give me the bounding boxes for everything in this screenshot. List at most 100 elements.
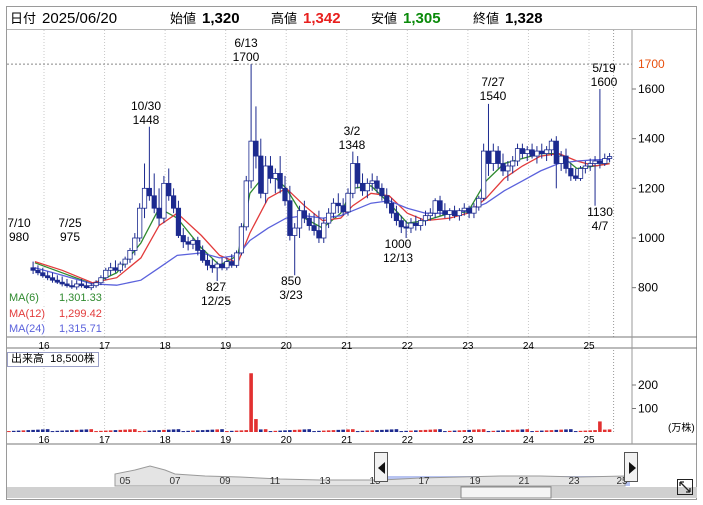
candle-body bbox=[224, 261, 230, 269]
volume-bar bbox=[598, 421, 602, 432]
legend-ma24-label: MA(24) bbox=[9, 323, 46, 335]
candle-body bbox=[311, 225, 317, 231]
candle bbox=[350, 151, 356, 199]
volume-bar bbox=[414, 430, 418, 432]
range-navigator[interactable]: 0507091113151719212325 bbox=[7, 465, 697, 499]
candle bbox=[408, 218, 414, 234]
volume-bar bbox=[346, 429, 350, 432]
candle bbox=[505, 161, 511, 181]
candle bbox=[170, 188, 177, 214]
candle-body bbox=[132, 237, 138, 251]
candle-body bbox=[30, 267, 36, 271]
volume-bar bbox=[84, 429, 89, 432]
candle-body bbox=[568, 168, 574, 177]
candle-body bbox=[587, 163, 593, 167]
candle-body bbox=[563, 155, 569, 169]
volume-bar bbox=[389, 429, 394, 432]
volume-bar bbox=[394, 429, 399, 432]
candle-body bbox=[243, 180, 249, 228]
volume-bar bbox=[384, 429, 389, 432]
candle-body bbox=[359, 182, 366, 192]
candle bbox=[112, 260, 119, 273]
candle-body bbox=[340, 205, 346, 213]
candle-body bbox=[248, 140, 254, 182]
volume-bar bbox=[341, 429, 345, 432]
volume-bar bbox=[45, 429, 50, 432]
volume-bar bbox=[171, 429, 176, 432]
volume-bar bbox=[292, 429, 297, 432]
candle-body bbox=[379, 187, 385, 197]
volume-bar bbox=[428, 429, 433, 432]
navigator-scrollbar-thumb bbox=[460, 486, 552, 499]
x-tick-label: 17 bbox=[99, 341, 111, 352]
volume-bar bbox=[21, 430, 26, 432]
candle-body bbox=[374, 180, 380, 189]
candle bbox=[476, 195, 482, 211]
volume-bar bbox=[447, 430, 452, 432]
candle-body bbox=[54, 279, 60, 283]
candle-body bbox=[524, 149, 530, 154]
volume-bar bbox=[181, 431, 186, 433]
annotation-value: 827 bbox=[206, 280, 226, 294]
candle-body bbox=[296, 210, 303, 229]
x-tick-label: 24 bbox=[523, 435, 535, 446]
volume-bar bbox=[525, 429, 530, 432]
navigator-right-handle[interactable] bbox=[624, 452, 638, 482]
candle-body bbox=[103, 269, 109, 279]
volume-bar bbox=[501, 430, 505, 432]
candle-body bbox=[185, 241, 191, 245]
y-tick-label: 1400 bbox=[638, 132, 665, 146]
x-tick-label: 21 bbox=[341, 341, 353, 352]
candle bbox=[137, 203, 143, 242]
candle bbox=[335, 193, 341, 214]
candle bbox=[495, 146, 501, 169]
candle-body bbox=[93, 282, 99, 287]
navigator-tick-label: 05 bbox=[119, 476, 131, 487]
volume-bar bbox=[283, 430, 287, 432]
candle bbox=[340, 198, 346, 216]
volume-bars bbox=[7, 373, 612, 433]
candle bbox=[64, 278, 70, 288]
x-tick-label: 16 bbox=[38, 435, 50, 446]
candle-body bbox=[137, 207, 143, 239]
volume-bar bbox=[103, 430, 108, 432]
candle-body bbox=[495, 150, 501, 164]
volume-bar bbox=[31, 429, 35, 432]
candle-body bbox=[122, 258, 128, 265]
legend-ma12-label: MA(12) bbox=[9, 308, 46, 320]
volume-bar bbox=[602, 429, 607, 432]
volume-bar bbox=[234, 430, 239, 432]
candle-body bbox=[272, 173, 278, 179]
candle-body bbox=[481, 150, 487, 199]
candle bbox=[161, 175, 167, 224]
candle-body bbox=[316, 230, 322, 239]
candle-body bbox=[64, 283, 70, 287]
volume-bar bbox=[380, 429, 384, 432]
candle bbox=[296, 205, 303, 238]
navigator-left-handle[interactable] bbox=[374, 452, 388, 482]
volume-label: 出来高 bbox=[11, 353, 44, 365]
annotation-date: 3/23 bbox=[279, 288, 303, 302]
candle-body bbox=[369, 180, 375, 184]
candle-body bbox=[88, 285, 94, 289]
volume-bar bbox=[399, 431, 404, 433]
x-tick-label: 22 bbox=[402, 341, 414, 352]
candle-body bbox=[529, 149, 535, 157]
expand-icon[interactable] bbox=[677, 479, 693, 495]
candle bbox=[514, 143, 521, 166]
candle bbox=[175, 200, 182, 238]
volume-bar bbox=[239, 430, 244, 432]
candle-body bbox=[539, 150, 545, 154]
candle-body bbox=[597, 160, 603, 164]
volume-bar bbox=[486, 431, 491, 433]
navigator-tick-label: 13 bbox=[319, 476, 331, 487]
volume-bar bbox=[583, 430, 588, 432]
candle-body bbox=[442, 210, 448, 215]
volume-bar bbox=[365, 430, 370, 432]
volume-bar bbox=[200, 430, 205, 432]
candle-body bbox=[418, 220, 424, 226]
volume-bar bbox=[544, 430, 549, 432]
candle bbox=[481, 143, 487, 201]
candle bbox=[209, 259, 215, 273]
candle bbox=[233, 250, 240, 268]
